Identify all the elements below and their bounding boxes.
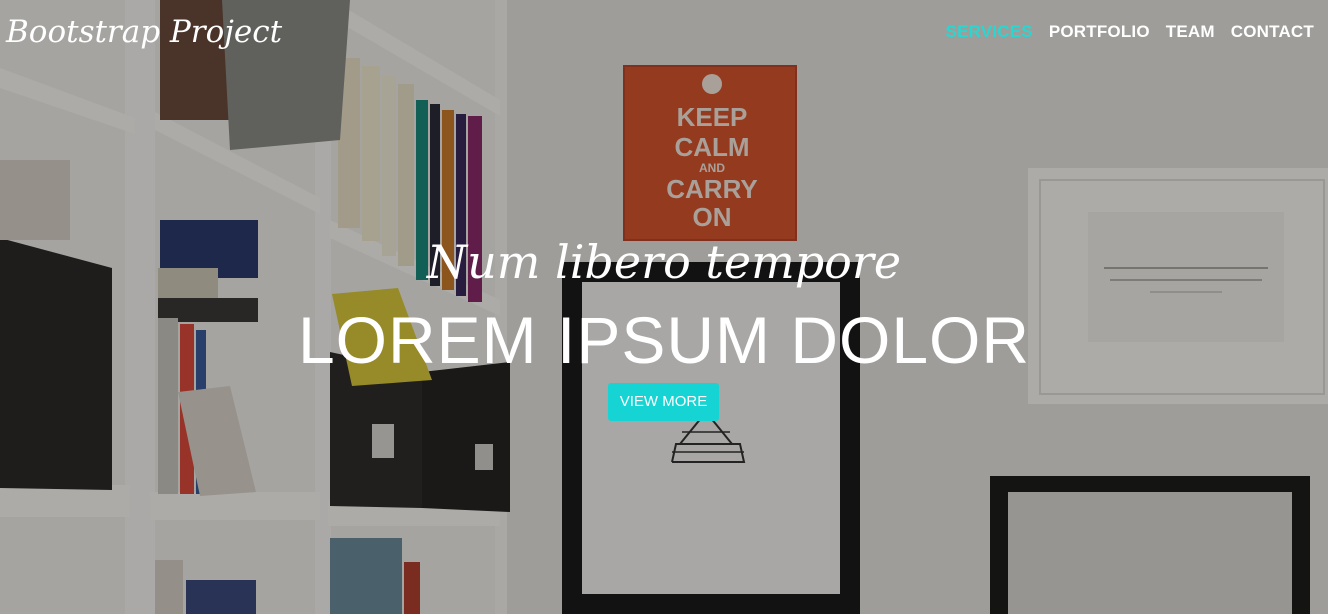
nav-item-services[interactable]: SERVICES (946, 20, 1033, 44)
main-nav: SERVICES PORTFOLIO TEAM CONTACT (946, 20, 1314, 44)
view-more-button[interactable]: VIEW MORE (608, 383, 719, 421)
nav-item-contact[interactable]: CONTACT (1231, 20, 1314, 44)
hero-subtitle: Num libero tempore (426, 235, 902, 289)
hero-headline: LOREM IPSUM DOLOR (297, 303, 1031, 377)
brand-logo[interactable]: Bootstrap Project (6, 12, 282, 52)
nav-item-team[interactable]: TEAM (1166, 20, 1215, 44)
nav-item-portfolio[interactable]: PORTFOLIO (1049, 20, 1150, 44)
